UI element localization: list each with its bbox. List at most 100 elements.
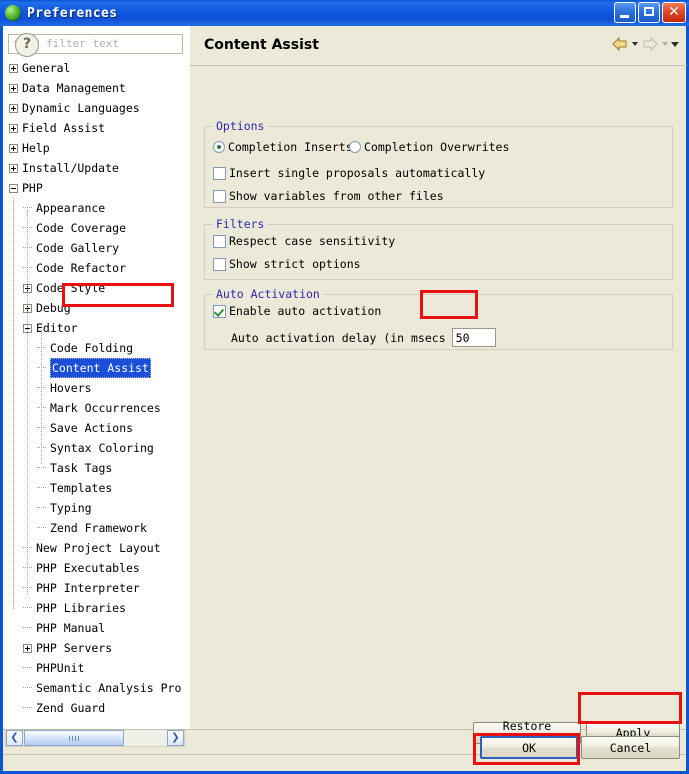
checkbox-show-strict-options[interactable]: Show strict options	[213, 257, 361, 271]
tree-item-label: PHP Servers	[36, 641, 113, 655]
tree-item-php[interactable]: PHP	[3, 178, 189, 198]
scrollbar-thumb[interactable]	[24, 730, 124, 746]
minimize-button[interactable]	[614, 2, 636, 23]
show-variables-checkbox-indicator[interactable]	[213, 189, 226, 203]
tree-item-code-refactor[interactable]: Code Refactor	[3, 258, 189, 278]
tree-item-label: Typing	[50, 501, 92, 515]
auto-activation-delay-label: Auto activation delay (in msecs	[231, 330, 446, 345]
tree-item-label: Appearance	[36, 201, 106, 215]
tree-horizontal-scrollbar[interactable]: ❮ ❯	[5, 729, 185, 747]
show-strict-checkbox-indicator[interactable]	[213, 257, 226, 271]
back-arrow-icon[interactable]	[611, 36, 629, 52]
tree-item-syntax-coloring[interactable]: Syntax Coloring	[3, 438, 189, 458]
tree-guide-line-0	[13, 198, 14, 609]
forward-arrow-icon	[643, 36, 658, 52]
tree-item-code-folding[interactable]: Code Folding	[3, 338, 189, 358]
cancel-button[interactable]: Cancel	[581, 736, 680, 759]
tree-item-code-gallery[interactable]: Code Gallery	[3, 238, 189, 258]
preferences-tree[interactable]: General Data Management Dynamic Languages F…	[3, 58, 189, 713]
tree-item-hovers[interactable]: Hovers	[3, 378, 189, 398]
tree-item-label: General	[22, 61, 71, 75]
ok-button[interactable]: OK	[480, 736, 578, 759]
tree-item-general[interactable]: General	[3, 58, 189, 78]
collapse-icon[interactable]	[9, 183, 18, 193]
auto-activation-delay-input[interactable]	[451, 328, 496, 347]
radio-overwrites-label: Completion Overwrites	[364, 140, 510, 154]
tree-item-label: Zend Guard	[36, 701, 106, 713]
tree-item-php-executables[interactable]: PHP Executables	[3, 558, 189, 578]
show-strict-label: Show strict options	[229, 257, 361, 271]
expand-icon[interactable]	[9, 123, 18, 133]
expand-icon[interactable]	[9, 103, 18, 113]
expand-icon[interactable]	[9, 63, 18, 73]
preferences-tree-panel: General Data Management Dynamic Languages F…	[3, 26, 189, 747]
tree-item-mark-occurrences[interactable]: Mark Occurrences	[3, 398, 189, 418]
tree-item-label: PHP Manual	[36, 621, 106, 635]
tree-item-code-style[interactable]: Code Style	[3, 278, 189, 298]
tree-leaf-connector	[23, 207, 32, 209]
expand-icon[interactable]	[9, 163, 18, 173]
tree-item-appearance[interactable]: Appearance	[3, 198, 189, 218]
tree-item-label: Mark Occurrences	[50, 401, 161, 415]
tree-item-label: Zend Framework	[50, 521, 147, 535]
tree-item-debug[interactable]: Debug	[3, 298, 189, 318]
window-controls: ✕	[614, 2, 686, 23]
tree-item-dynamic-languages[interactable]: Dynamic Languages	[3, 98, 189, 118]
radio-inserts-indicator[interactable]	[213, 141, 225, 153]
expand-icon[interactable]	[9, 83, 18, 93]
tree-item-label: Code Folding	[50, 341, 134, 355]
expand-icon[interactable]	[23, 643, 32, 653]
tree-item-data-management[interactable]: Data Management	[3, 78, 189, 98]
help-icon[interactable]: ?	[15, 33, 39, 57]
enable-auto-activation-checkbox-indicator[interactable]	[213, 304, 226, 318]
tree-item-field-assist[interactable]: Field Assist	[3, 118, 189, 138]
tree-item-editor[interactable]: Editor	[3, 318, 189, 338]
checkbox-insert-single-proposals[interactable]: Insert single proposals automatically	[213, 166, 485, 180]
tree-item-install-update[interactable]: Install/Update	[3, 158, 189, 178]
checkbox-respect-case-sensitivity[interactable]: Respect case sensitivity	[213, 234, 395, 248]
tree-item-php-interpreter[interactable]: PHP Interpreter	[3, 578, 189, 598]
radio-inserts-label: Completion Inserts	[228, 140, 353, 154]
checkbox-show-variables-other-files[interactable]: Show variables from other files	[213, 189, 444, 203]
tree-item-semantic-analysis-pro[interactable]: Semantic Analysis Pro	[3, 678, 189, 698]
page-menu-chevron-down-icon[interactable]	[671, 41, 679, 47]
tree-item-save-actions[interactable]: Save Actions	[3, 418, 189, 438]
insert-single-proposals-label: Insert single proposals automatically	[229, 166, 486, 180]
tree-item-templates[interactable]: Templates	[3, 478, 189, 498]
tree-item-new-project-layout[interactable]: New Project Layout	[3, 538, 189, 558]
respect-case-checkbox-indicator[interactable]	[213, 234, 226, 248]
tree-item-typing[interactable]: Typing	[3, 498, 189, 518]
tree-item-php-servers[interactable]: PHP Servers	[3, 638, 189, 658]
tree-item-label: Save Actions	[50, 421, 134, 435]
close-button[interactable]: ✕	[662, 2, 686, 23]
scroll-left-icon[interactable]: ❮	[6, 730, 23, 746]
tree-item-code-coverage[interactable]: Code Coverage	[3, 218, 189, 238]
radio-completion-overwrites[interactable]: Completion Overwrites	[349, 140, 509, 154]
tree-item-php-manual[interactable]: PHP Manual	[3, 618, 189, 638]
checkbox-enable-auto-activation[interactable]: Enable auto activation	[213, 304, 381, 318]
tree-item-php-libraries[interactable]: PHP Libraries	[3, 598, 189, 618]
tree-item-label: Code Coverage	[36, 221, 127, 235]
back-history-chevron-down-icon[interactable]	[632, 42, 638, 46]
tree-item-phpunit[interactable]: PHPUnit	[3, 658, 189, 678]
tree-leaf-connector	[23, 627, 32, 629]
tree-item-label: Syntax Coloring	[50, 441, 154, 455]
navigation-toolbar	[611, 36, 679, 52]
tree-item-label: Hovers	[50, 381, 92, 395]
tree-item-zend-guard[interactable]: Zend Guard	[3, 698, 189, 713]
tree-item-label: Semantic Analysis Pro	[36, 681, 182, 695]
scrollbar-track[interactable]	[125, 730, 167, 746]
radio-completion-inserts[interactable]: Completion Inserts	[213, 140, 353, 154]
expand-icon[interactable]	[9, 143, 18, 153]
enable-auto-activation-label: Enable auto activation	[229, 304, 382, 318]
tree-item-label: Data Management	[22, 81, 126, 95]
maximize-button[interactable]	[638, 2, 660, 23]
tree-item-label: Content Assist	[50, 358, 151, 378]
insert-single-proposals-checkbox-indicator[interactable]	[213, 166, 226, 180]
tree-item-task-tags[interactable]: Task Tags	[3, 458, 189, 478]
tree-item-zend-framework[interactable]: Zend Framework	[3, 518, 189, 538]
tree-item-content-assist[interactable]: Content Assist	[3, 358, 189, 378]
radio-overwrites-indicator[interactable]	[349, 141, 361, 153]
tree-item-help[interactable]: Help	[3, 138, 189, 158]
scroll-right-icon[interactable]: ❯	[167, 730, 184, 746]
